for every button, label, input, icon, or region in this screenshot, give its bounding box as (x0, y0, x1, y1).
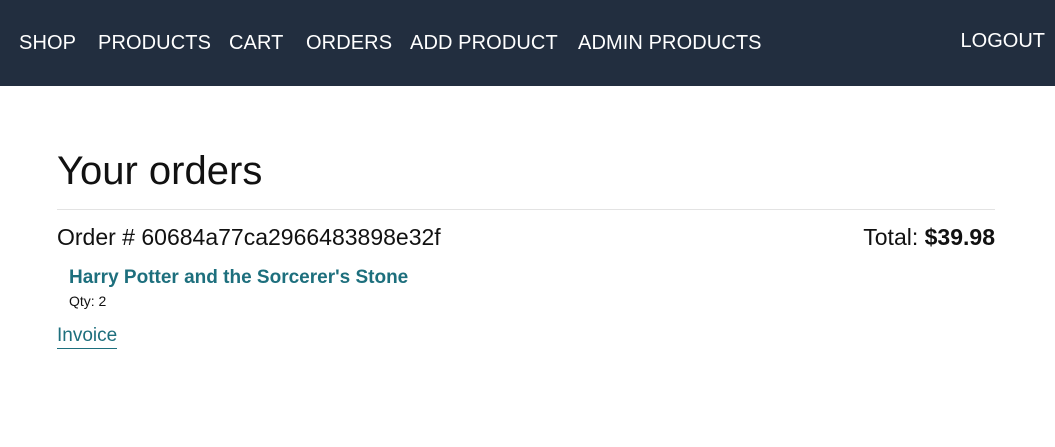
nav-link-add-product[interactable]: ADD PRODUCT (410, 31, 558, 55)
page-title: Your orders (57, 149, 263, 193)
order-total-label: Total: (863, 224, 925, 250)
order-id: Order # 60684a77ca2966483898e32f (57, 224, 441, 250)
nav-link-products[interactable]: PRODUCTS (98, 31, 211, 55)
nav-link-orders[interactable]: ORDERS (306, 31, 392, 55)
order-item-qty: Qty: 2 (69, 293, 107, 309)
nav-link-shop[interactable]: SHOP (19, 31, 76, 55)
top-navbar: SHOP PRODUCTS CART ORDERS ADD PRODUCT AD… (0, 0, 1055, 86)
order-item-title[interactable]: Harry Potter and the Sorcerer's Stone (69, 266, 408, 290)
logout-button[interactable]: LOGOUT (961, 29, 1045, 53)
order-total: Total: $39.98 (863, 223, 995, 251)
nav-link-cart[interactable]: CART (229, 31, 283, 55)
invoice-link[interactable]: Invoice (57, 324, 118, 349)
order-total-amount: $39.98 (924, 224, 995, 250)
divider (57, 209, 995, 210)
nav-link-admin-products[interactable]: ADMIN PRODUCTS (578, 31, 762, 55)
